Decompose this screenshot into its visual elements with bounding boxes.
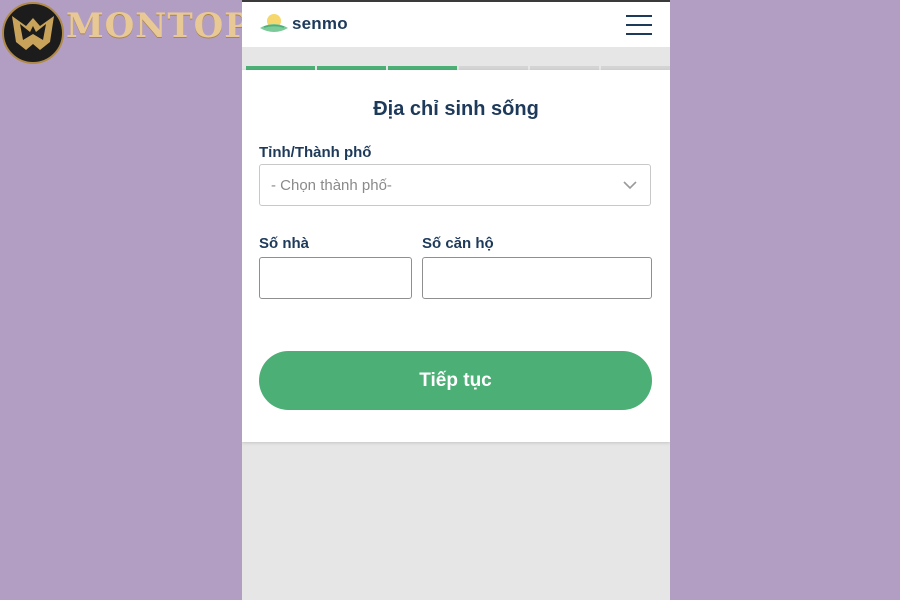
lotus-logo-icon	[260, 14, 288, 32]
house-number-input[interactable]	[259, 257, 412, 299]
form-title: Địa chỉ sinh sống	[373, 98, 539, 120]
owl-emblem-icon	[2, 2, 64, 64]
menu-line	[626, 24, 652, 26]
watermark-text: MONTOP	[66, 6, 251, 46]
brand-name[interactable]: senmo	[292, 14, 348, 34]
city-label: Tỉnh/Thành phố	[259, 144, 372, 161]
chevron-down-icon	[623, 181, 637, 190]
menu-line	[626, 33, 652, 35]
watermark-logo: MONTOP	[0, 0, 250, 64]
house-number-label: Số nhà	[259, 235, 310, 252]
continue-button[interactable]: Tiếp tục	[259, 351, 652, 410]
city-select-placeholder: - Chọn thành phố-	[271, 177, 392, 194]
mobile-screen: senmo Địa chỉ sinh sống Tỉnh/Thành phố -…	[242, 0, 670, 600]
city-select[interactable]: - Chọn thành phố-	[259, 164, 651, 206]
address-form-card: Địa chỉ sinh sống Tỉnh/Thành phố - Chọn …	[242, 70, 670, 442]
hamburger-menu-icon[interactable]	[626, 15, 652, 35]
apartment-number-label: Số căn hộ	[422, 235, 494, 252]
apartment-number-input[interactable]	[422, 257, 652, 299]
top-navigation-bar: senmo	[242, 0, 670, 47]
menu-line	[626, 15, 652, 17]
